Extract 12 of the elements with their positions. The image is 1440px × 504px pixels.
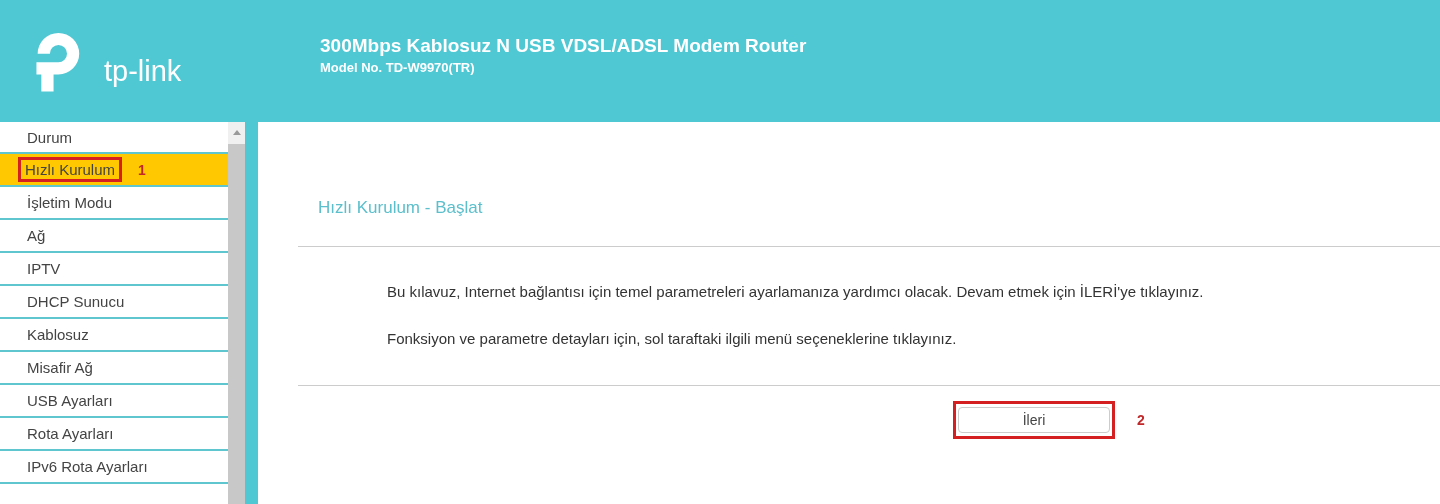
menu-item[interactable]: Hızlı Kurulum 1 bbox=[0, 154, 228, 187]
router-title: 300Mbps Kablosuz N USB VDSL/ADSL Modem Router bbox=[320, 35, 807, 57]
next-button[interactable]: İleri bbox=[958, 407, 1110, 433]
instruction-text: Fonksiyon ve parametre detayları için, sol taraftaki ilgili menü seçeneklerine tıklayınız. bbox=[387, 330, 958, 347]
callout-number: 1 bbox=[138, 161, 146, 178]
instruction-text: Bu kılavuz, Internet bağlantısı için temel parametreleri ayarlamanıza yardımcı olacak. Devam etmek için İLERİ'ye tıklayınız. bbox=[387, 283, 1205, 300]
scroll-up-icon[interactable] bbox=[232, 130, 241, 135]
logo-text: tp-link bbox=[104, 55, 182, 88]
callout-number: 2 bbox=[1137, 412, 1145, 428]
page-title: Hızlı Kurulum - Başlat bbox=[318, 198, 484, 219]
model-number: Model No. TD-W9970(TR) bbox=[320, 60, 476, 75]
scrollbar[interactable] bbox=[228, 122, 245, 504]
